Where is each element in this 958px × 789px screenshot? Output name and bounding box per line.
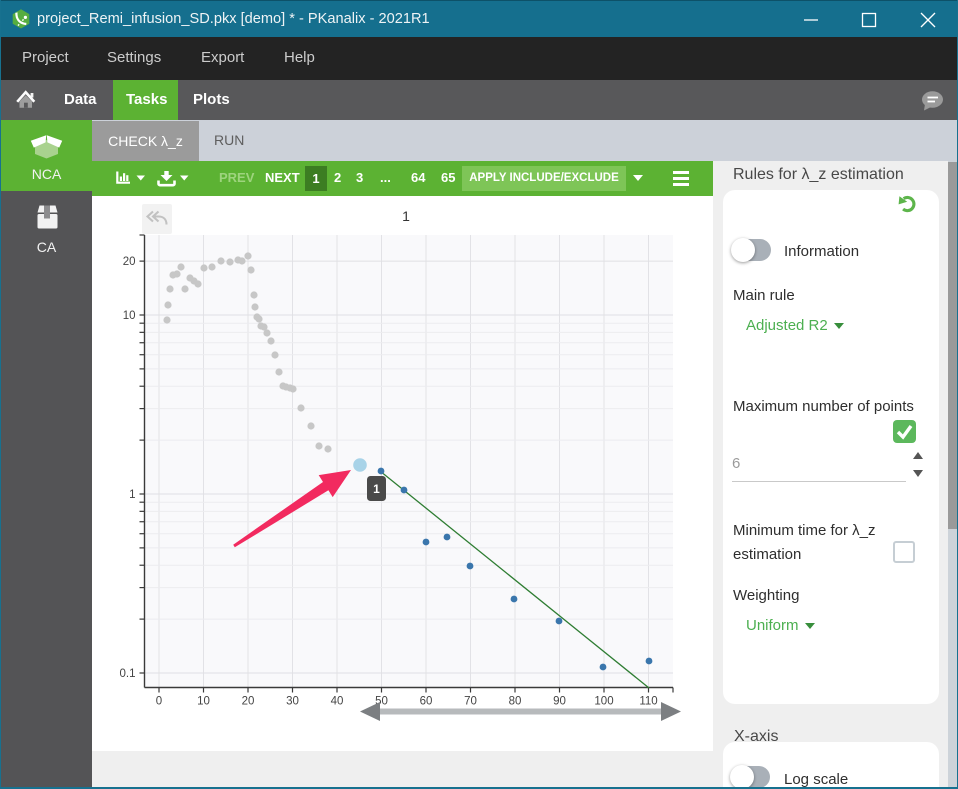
svg-text:20: 20 bbox=[242, 696, 255, 708]
svg-text:70: 70 bbox=[464, 696, 477, 708]
svg-text:80: 80 bbox=[509, 696, 522, 708]
svg-text:20: 20 bbox=[123, 256, 136, 268]
svg-text:90: 90 bbox=[553, 696, 566, 708]
svg-text:60: 60 bbox=[420, 696, 433, 708]
svg-text:1: 1 bbox=[402, 208, 410, 224]
svg-text:40: 40 bbox=[331, 696, 344, 708]
svg-text:110: 110 bbox=[639, 696, 657, 708]
svg-text:1: 1 bbox=[129, 489, 135, 501]
svg-text:100: 100 bbox=[594, 696, 613, 708]
svg-text:0.1: 0.1 bbox=[120, 668, 136, 680]
svg-text:10: 10 bbox=[197, 696, 210, 708]
svg-text:10: 10 bbox=[123, 310, 136, 322]
svg-text:30: 30 bbox=[286, 696, 299, 708]
svg-text:0: 0 bbox=[156, 696, 162, 708]
svg-text:1: 1 bbox=[373, 482, 380, 496]
